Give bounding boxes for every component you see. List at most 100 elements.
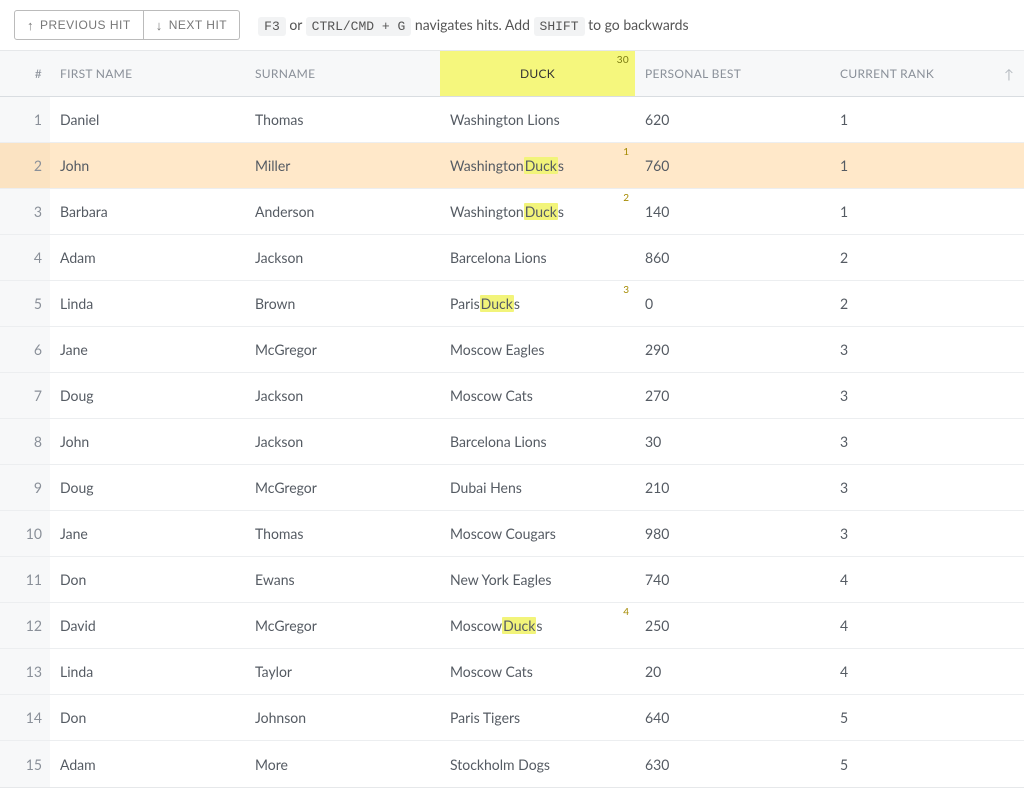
table-row[interactable]: 7DougJacksonMoscow Cats2703 — [0, 373, 1024, 419]
table-row[interactable]: 13LindaTaylorMoscow Cats204 — [0, 649, 1024, 695]
cell-team: Moscow Ducks4 — [440, 603, 635, 648]
table-row[interactable]: 15AdamMoreStockholm Dogs6305 — [0, 741, 1024, 787]
cell-personal-best: 630 — [635, 741, 830, 787]
cell-first-name: Don — [50, 695, 245, 740]
cell-current-rank: 3 — [830, 465, 1024, 510]
search-hit: Duck — [524, 157, 558, 174]
table-row[interactable]: 10JaneThomasMoscow Cougars9803 — [0, 511, 1024, 557]
cell-surname: Thomas — [245, 97, 440, 142]
kbd-ctrl-g: CTRL/CMD + G — [306, 17, 412, 36]
search-term: DUCK — [520, 66, 555, 81]
cell-first-name: Linda — [50, 281, 245, 326]
cell-surname: McGregor — [245, 327, 440, 372]
col-personal-best[interactable]: PERSONAL BEST — [635, 51, 830, 96]
table-row[interactable]: 1DanielThomasWashington Lions6201 — [0, 97, 1024, 143]
cell-personal-best: 140 — [635, 189, 830, 234]
col-team-search[interactable]: DUCK 30 — [440, 51, 635, 96]
table-row[interactable]: 9DougMcGregorDubai Hens2103 — [0, 465, 1024, 511]
hit-index-badge: 2 — [623, 192, 629, 204]
cell-number: 5 — [0, 281, 50, 326]
grid-body: 1DanielThomasWashington Lions62012JohnMi… — [0, 97, 1024, 787]
cell-first-name: John — [50, 143, 245, 188]
cell-current-rank: 4 — [830, 557, 1024, 602]
next-hit-label: NEXT HIT — [169, 18, 227, 32]
cell-current-rank: 1 — [830, 143, 1024, 188]
cell-surname: Jackson — [245, 235, 440, 280]
table-row[interactable]: 8JohnJacksonBarcelona Lions303 — [0, 419, 1024, 465]
cell-personal-best: 210 — [635, 465, 830, 510]
cell-number: 9 — [0, 465, 50, 510]
col-current-rank[interactable]: CURRENT RANK ↑ — [830, 51, 1024, 96]
cell-number: 12 — [0, 603, 50, 648]
cell-current-rank: 3 — [830, 327, 1024, 372]
cell-surname: McGregor — [245, 465, 440, 510]
cell-current-rank: 3 — [830, 419, 1024, 464]
cell-team: Moscow Cougars — [440, 511, 635, 556]
search-toolbar: ↑ PREVIOUS HIT ↓ NEXT HIT F3 or CTRL/CMD… — [0, 0, 1024, 50]
cell-surname: Miller — [245, 143, 440, 188]
table-row[interactable]: 2JohnMillerWashington Ducks17601 — [0, 143, 1024, 189]
cell-surname: McGregor — [245, 603, 440, 648]
cell-personal-best: 270 — [635, 373, 830, 418]
table-row[interactable]: 6JaneMcGregorMoscow Eagles2903 — [0, 327, 1024, 373]
cell-current-rank: 3 — [830, 373, 1024, 418]
hit-index-badge: 3 — [623, 284, 629, 296]
cell-current-rank: 5 — [830, 741, 1024, 787]
cell-current-rank: 2 — [830, 281, 1024, 326]
hit-index-badge: 4 — [623, 606, 629, 618]
kbd-f3: F3 — [258, 17, 286, 36]
cell-personal-best: 740 — [635, 557, 830, 602]
cell-team: Barcelona Lions — [440, 419, 635, 464]
cell-first-name: Daniel — [50, 97, 245, 142]
cell-surname: Thomas — [245, 511, 440, 556]
cell-current-rank: 4 — [830, 649, 1024, 694]
cell-team: Moscow Eagles — [440, 327, 635, 372]
cell-first-name: Doug — [50, 373, 245, 418]
data-grid: # FIRST NAME SURNAME DUCK 30 PERSONAL BE… — [0, 50, 1024, 788]
kbd-shift: SHIFT — [534, 17, 585, 36]
cell-number: 10 — [0, 511, 50, 556]
cell-first-name: Don — [50, 557, 245, 602]
cell-first-name: Linda — [50, 649, 245, 694]
table-row[interactable]: 11DonEwansNew York Eagles7404 — [0, 557, 1024, 603]
cell-personal-best: 250 — [635, 603, 830, 648]
cell-personal-best: 860 — [635, 235, 830, 280]
cell-number: 13 — [0, 649, 50, 694]
search-hit: Duck — [480, 295, 514, 312]
table-row[interactable]: 4AdamJacksonBarcelona Lions8602 — [0, 235, 1024, 281]
cell-team: Paris Tigers — [440, 695, 635, 740]
previous-hit-button[interactable]: ↑ PREVIOUS HIT — [14, 10, 144, 40]
hit-count-badge: 30 — [617, 54, 629, 66]
next-hit-button[interactable]: ↓ NEXT HIT — [144, 10, 240, 40]
col-surname[interactable]: SURNAME — [245, 51, 440, 96]
cell-personal-best: 640 — [635, 695, 830, 740]
table-row[interactable]: 5LindaBrownParis Ducks302 — [0, 281, 1024, 327]
cell-personal-best: 30 — [635, 419, 830, 464]
cell-current-rank: 3 — [830, 511, 1024, 556]
cell-surname: Anderson — [245, 189, 440, 234]
cell-team: Moscow Cats — [440, 373, 635, 418]
col-number[interactable]: # — [0, 51, 50, 96]
cell-surname: Johnson — [245, 695, 440, 740]
cell-first-name: Adam — [50, 741, 245, 787]
cell-first-name: John — [50, 419, 245, 464]
cell-personal-best: 620 — [635, 97, 830, 142]
cell-team: New York Eagles — [440, 557, 635, 602]
cell-surname: Brown — [245, 281, 440, 326]
arrow-down-icon: ↓ — [156, 19, 163, 32]
table-row[interactable]: 14DonJohnsonParis Tigers6405 — [0, 695, 1024, 741]
cell-number: 2 — [0, 143, 50, 188]
cell-team: Paris Ducks3 — [440, 281, 635, 326]
cell-first-name: Jane — [50, 511, 245, 556]
cell-first-name: Doug — [50, 465, 245, 510]
search-hit: Duck — [502, 617, 536, 634]
col-first-name[interactable]: FIRST NAME — [50, 51, 245, 96]
search-hit: Duck — [524, 203, 558, 220]
cell-first-name: Jane — [50, 327, 245, 372]
table-row[interactable]: 3BarbaraAndersonWashington Ducks21401 — [0, 189, 1024, 235]
cell-current-rank: 1 — [830, 97, 1024, 142]
cell-team: Barcelona Lions — [440, 235, 635, 280]
cell-personal-best: 20 — [635, 649, 830, 694]
hit-index-badge: 1 — [623, 146, 629, 158]
table-row[interactable]: 12DavidMcGregorMoscow Ducks42504 — [0, 603, 1024, 649]
